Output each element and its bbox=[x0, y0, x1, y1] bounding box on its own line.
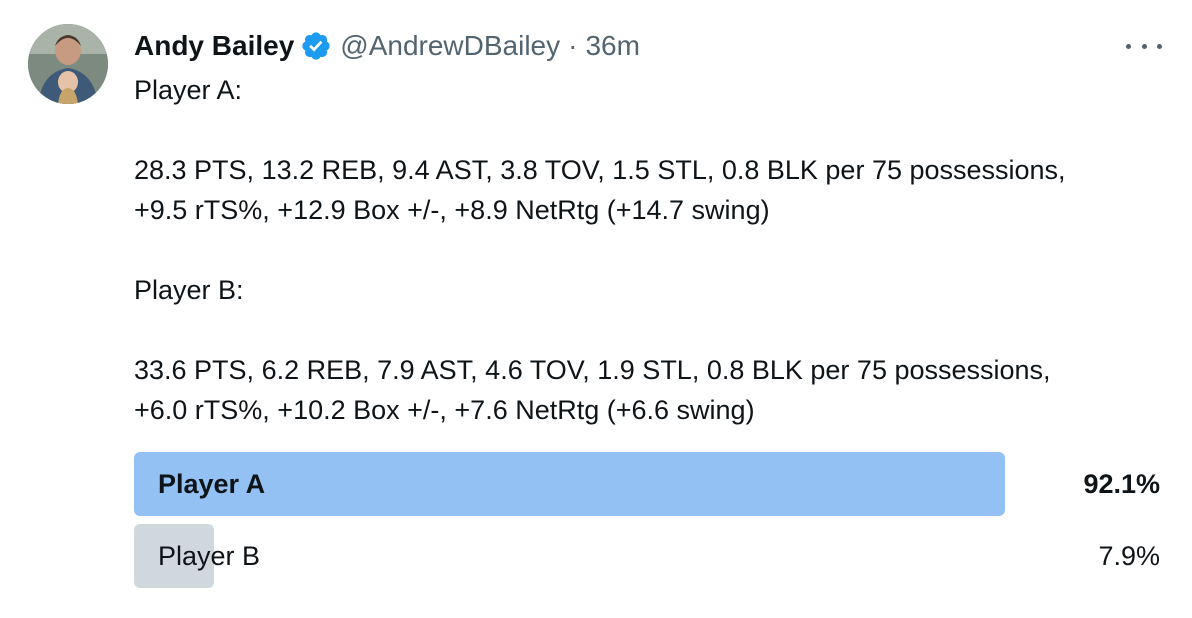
text-line: +6.0 rTS%, +10.2 Box +/-, +7.6 NetRtg (+… bbox=[134, 395, 755, 425]
more-options-icon[interactable] bbox=[1126, 32, 1162, 60]
author-handle[interactable]: @AndrewDBailey bbox=[340, 30, 560, 62]
text-line: +9.5 rTS%, +12.9 Box +/-, +8.9 NetRtg (+… bbox=[134, 195, 770, 225]
more-dot bbox=[1126, 43, 1131, 49]
tweet-header: Andy Bailey @AndrewDBailey · 36m bbox=[134, 26, 640, 66]
avatar[interactable] bbox=[28, 24, 108, 104]
poll-option-player-b[interactable]: Player B 7.9% bbox=[134, 524, 1160, 588]
avatar-photo bbox=[28, 24, 108, 104]
poll-option-player-a[interactable]: Player A 92.1% bbox=[134, 452, 1160, 516]
more-dot bbox=[1141, 43, 1147, 49]
poll-option-label: Player B bbox=[158, 541, 261, 571]
text-line: 33.6 PTS, 6.2 REB, 7.9 AST, 4.6 TOV, 1.9… bbox=[134, 355, 1051, 385]
author-name[interactable]: Andy Bailey bbox=[134, 30, 294, 62]
poll: Player A 92.1% Player B 7.9% bbox=[134, 452, 1160, 596]
text-line: 28.3 PTS, 13.2 REB, 9.4 AST, 3.8 TOV, 1.… bbox=[134, 155, 1066, 185]
poll-option-percent: 7.9% bbox=[1098, 541, 1160, 571]
more-dot bbox=[1157, 43, 1162, 49]
poll-option-percent: 92.1% bbox=[1083, 469, 1160, 499]
text-line: Player A: bbox=[134, 75, 243, 105]
tweet[interactable]: Andy Bailey @AndrewDBailey · 36m Player … bbox=[0, 0, 1192, 618]
timestamp[interactable]: 36m bbox=[585, 30, 639, 62]
text-line: Player B: bbox=[134, 275, 244, 305]
tweet-text: Player A: 28.3 PTS, 13.2 REB, 9.4 AST, 3… bbox=[134, 70, 1164, 430]
poll-option-label: Player A bbox=[158, 469, 266, 499]
verified-badge-icon bbox=[300, 30, 332, 62]
separator-dot: · bbox=[568, 30, 578, 61]
